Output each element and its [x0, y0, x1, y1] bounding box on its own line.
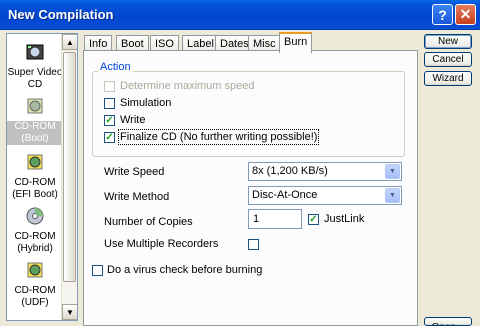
close-icon: ✕ — [459, 6, 472, 22]
chevron-down-icon[interactable]: ▼ — [385, 164, 400, 179]
write-checkbox[interactable]: ✓ — [104, 115, 115, 126]
cd-rom-hybrid-icon — [26, 207, 44, 225]
dialog-body: Super Video CD CD-ROM (Boot) CD-ROM (EFI… — [0, 30, 480, 326]
simulation-checkbox[interactable] — [104, 98, 115, 109]
copies-label: Number of Copies — [104, 216, 193, 228]
multiple-recorders-label: Use Multiple Recorders — [104, 238, 219, 250]
write-speed-select[interactable]: 8x (1,200 KB/s) ▼ — [248, 162, 402, 181]
write-speed-label: Write Speed — [104, 166, 165, 178]
determine-speed-checkbox[interactable] — [104, 81, 115, 92]
write-method-label: Write Method — [104, 191, 170, 203]
finalize-checkbox[interactable]: ✓ — [104, 132, 115, 143]
chevron-down-icon[interactable]: ▼ — [385, 188, 400, 203]
write-speed-value: 8x (1,200 KB/s) — [252, 165, 328, 177]
finalize-label: Finalize CD (No further writing possible… — [117, 129, 320, 145]
list-item-label: CD-ROM (Hybrid) — [14, 231, 56, 254]
close-button[interactable]: ✕ — [455, 4, 476, 25]
scroll-thumb[interactable] — [63, 52, 76, 282]
title-bar: New Compilation ? ✕ — [0, 0, 480, 30]
cd-rom-udf-icon — [27, 262, 43, 278]
virus-check-checkbox[interactable] — [92, 265, 103, 276]
chevron-up-icon: ▲ — [66, 37, 74, 47]
list-item-cd-rom-efi-boot[interactable]: CD-ROM (EFI Boot) — [7, 152, 63, 201]
write-method-value: Disc-At-Once — [252, 189, 318, 201]
scroll-up-button[interactable]: ▲ — [62, 34, 77, 50]
justlink-label: JustLink — [324, 213, 365, 225]
list-scrollbar[interactable]: ▲ ▼ — [61, 34, 77, 320]
list-item-cd-rom-hybrid[interactable]: CD-ROM (Hybrid) — [7, 206, 63, 255]
cd-rom-boot-icon — [27, 98, 43, 114]
determine-speed-label: Determine maximum speed — [120, 80, 255, 92]
simulation-label: Simulation — [120, 97, 172, 109]
list-item-label: CD-ROM (UDF) — [14, 285, 56, 308]
super-video-cd-icon — [26, 44, 44, 60]
action-group-title: Action — [98, 61, 133, 73]
burn-tab-panel: Action Determine maximum speed Simulatio… — [83, 50, 418, 326]
help-button[interactable]: ? — [432, 4, 453, 25]
tab-burn[interactable]: Burn — [279, 32, 313, 53]
list-item-super-video-cd[interactable]: Super Video CD — [7, 42, 63, 91]
cancel-button[interactable]: Cancel — [424, 52, 472, 67]
new-button[interactable]: New — [424, 34, 472, 49]
compilation-type-list[interactable]: Super Video CD CD-ROM (Boot) CD-ROM (EFI… — [6, 33, 78, 321]
write-label: Write — [120, 114, 146, 126]
wizard-button[interactable]: Wizard — [424, 71, 472, 86]
list-item-label: CD-ROM (EFI Boot) — [12, 177, 58, 200]
justlink-checkbox[interactable]: ✓ — [308, 214, 319, 225]
list-item-cd-rom-boot[interactable]: CD-ROM (Boot) — [7, 96, 63, 145]
list-item-label: CD-ROM (Boot) — [7, 121, 63, 145]
open-button[interactable]: Open... — [424, 317, 472, 326]
write-method-select[interactable]: Disc-At-Once ▼ — [248, 186, 402, 205]
cd-rom-efi-boot-icon — [27, 154, 43, 170]
virus-check-label: Do a virus check before burning — [107, 264, 263, 276]
copies-input[interactable]: 1 — [248, 209, 302, 229]
list-item-label: Super Video CD — [7, 67, 63, 90]
multiple-recorders-checkbox[interactable] — [248, 239, 259, 250]
window-title: New Compilation — [8, 7, 114, 22]
chevron-down-icon: ▼ — [66, 307, 74, 317]
list-item-cd-rom-udf[interactable]: CD-ROM (UDF) — [7, 260, 63, 309]
scroll-down-button[interactable]: ▼ — [62, 304, 77, 320]
